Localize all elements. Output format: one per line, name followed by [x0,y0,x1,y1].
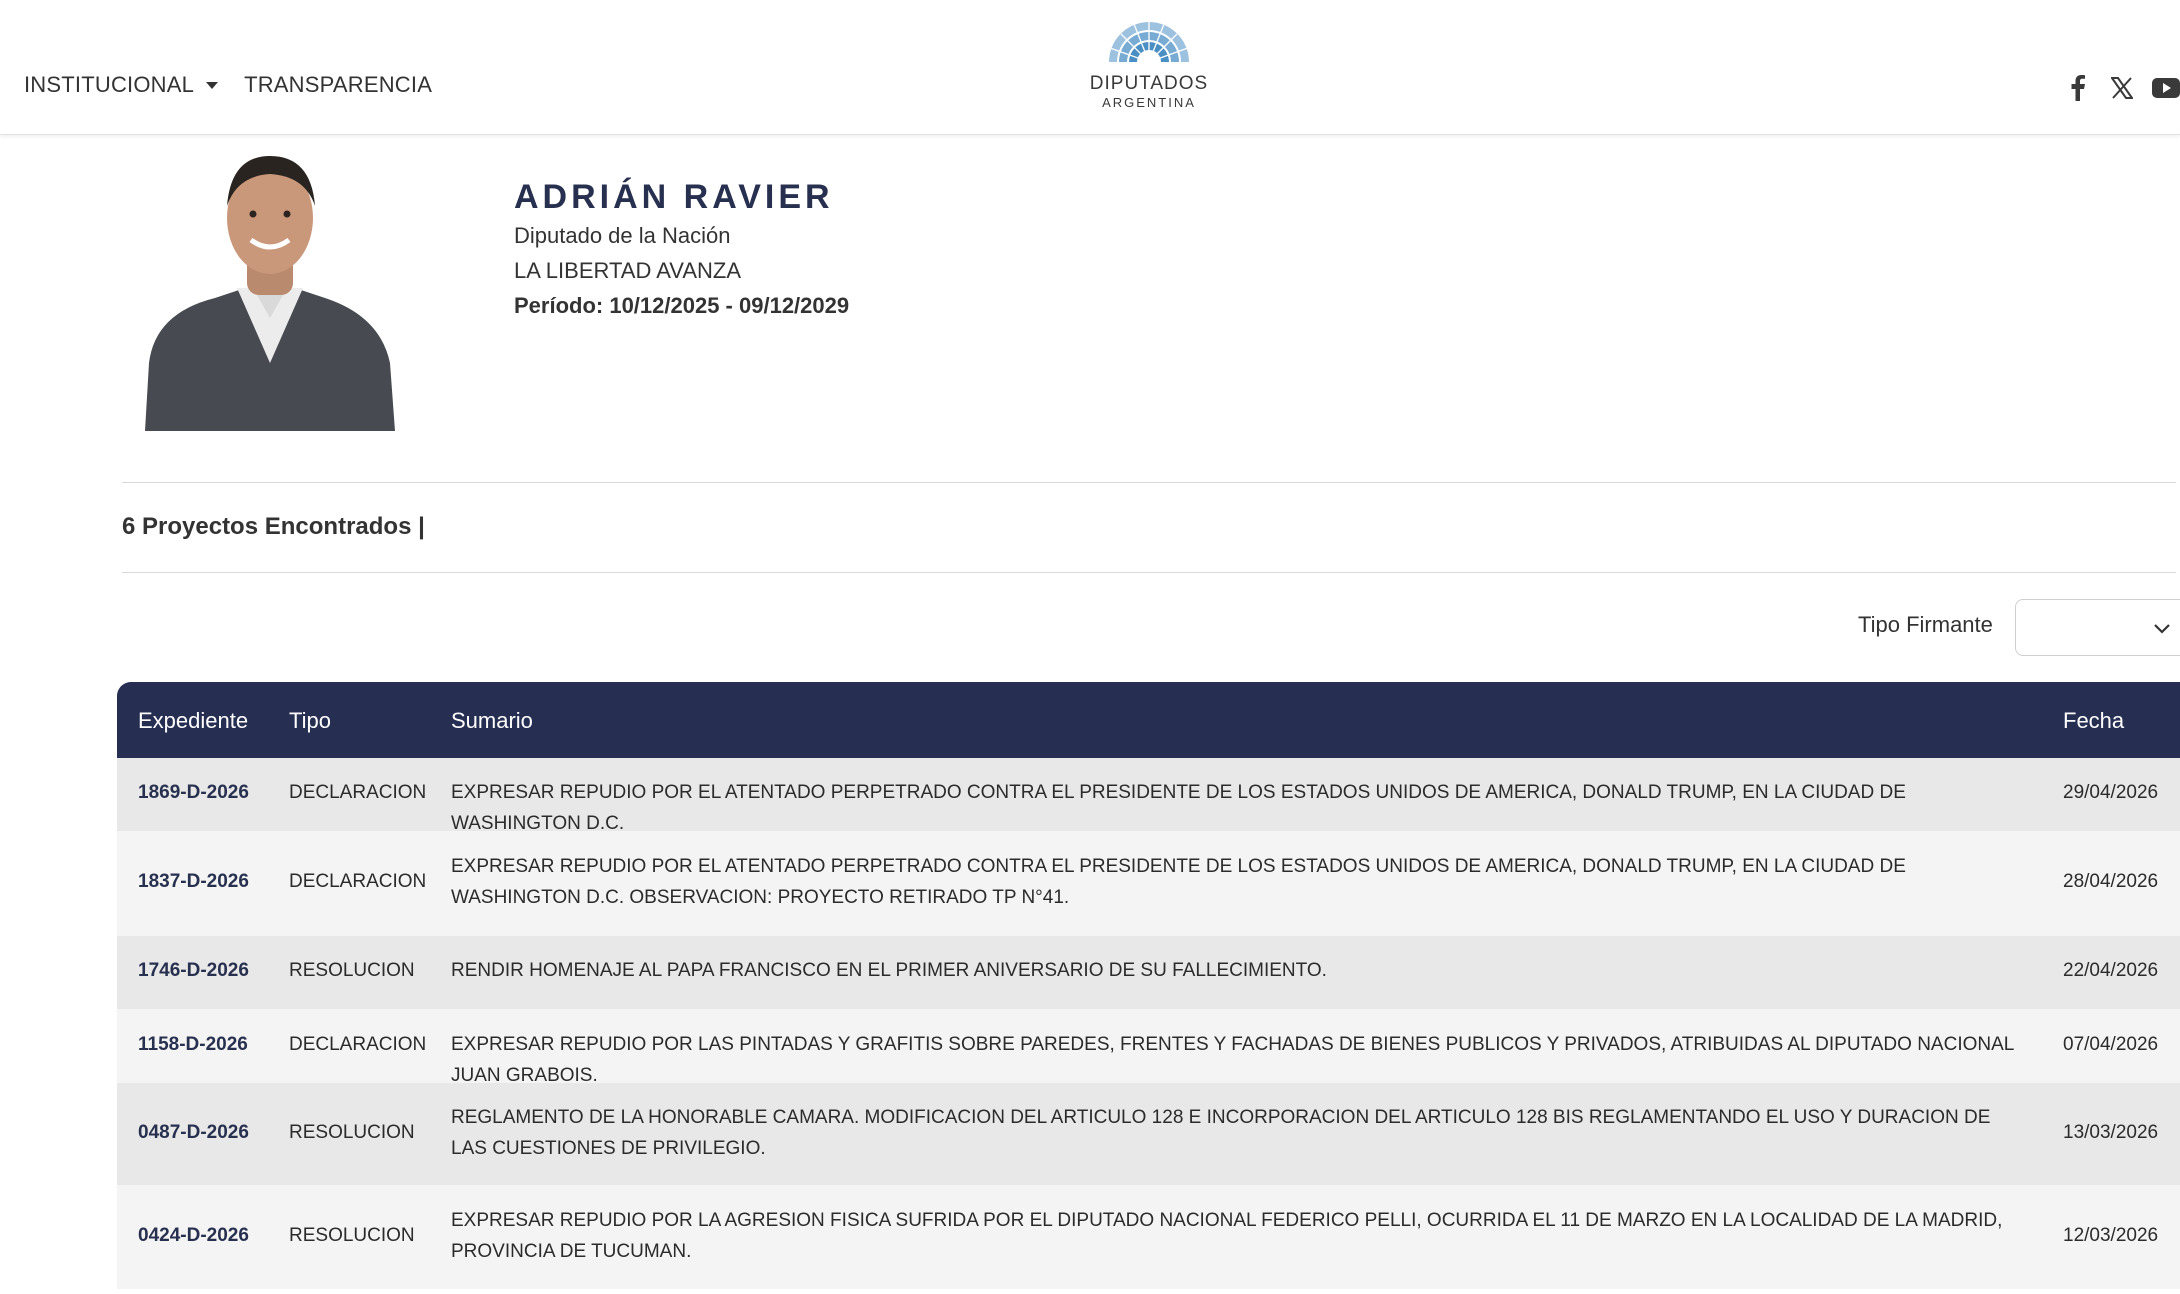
fecha-cell: 07/04/2026 [2063,1034,2159,1055]
sumario-cell: RENDIR HOMENAJE AL PAPA FRANCISCO EN EL … [451,960,1327,981]
table-row[interactable]: 0487-D-2026 RESOLUCION REGLAMENTO DE LA … [117,1083,2180,1185]
nav-item-label: INSTITUCIONAL [24,72,195,97]
sumario-cell: EXPRESAR REPUDIO POR EL ATENTADO PERPETR… [451,856,1906,908]
diputados-logo[interactable]: DIPUTADOS ARGENTINA [1089,16,1209,110]
table-row[interactable]: 1158-D-2026 DECLARACION EXPRESAR REPUDIO… [117,1009,2180,1086]
expediente-link[interactable]: 1158-D-2026 [138,1034,248,1056]
tipo-firmante-label: Tipo Firmante [1858,612,1993,637]
column-header-sumario: Sumario [451,708,533,733]
deputy-photo [145,148,395,431]
expediente-link[interactable]: 1746-D-2026 [138,960,249,982]
social-links [2048,74,2180,102]
column-header-tipo: Tipo [289,708,331,733]
chevron-down-icon [2154,624,2170,634]
expediente-link[interactable]: 1837-D-2026 [138,871,249,893]
sumario-cell: EXPRESAR REPUDIO POR LAS PINTADAS Y GRAF… [451,1034,2014,1086]
tipo-cell: RESOLUCION [289,960,415,981]
table-row[interactable]: 1869-D-2026 DECLARACION EXPRESAR REPUDIO… [117,758,2180,834]
tipo-cell: DECLARACION [289,782,427,803]
sumario-cell: REGLAMENTO DE LA HONORABLE CAMARA. MODIF… [451,1107,1991,1159]
fecha-cell: 29/04/2026 [2063,782,2159,803]
deputy-period: Período: 10/12/2025 - 09/12/2029 [514,293,850,318]
fecha-cell: 22/04/2026 [2063,960,2159,981]
logo-title: DIPUTADOS [1089,73,1209,94]
table-header: Expediente Tipo Sumario Fecha [117,682,2180,758]
results-count: 6 Proyectos Encontrados | [122,513,425,540]
nav-item-label: TRANSPARENCIA [244,72,433,97]
fecha-cell: 12/03/2026 [2063,1225,2159,1246]
expediente-link[interactable]: 0424-D-2026 [138,1225,249,1247]
chevron-down-icon [206,81,219,89]
column-header-fecha: Fecha [2063,708,2125,733]
tipo-cell: RESOLUCION [289,1122,415,1143]
tipo-cell: DECLARACION [289,871,427,892]
expediente-link[interactable]: 0487-D-2026 [138,1122,249,1144]
table-row[interactable]: 0424-D-2026 RESOLUCION EXPRESAR REPUDIO … [117,1185,2180,1289]
hemicycle-logo-icon [1109,20,1189,63]
column-header-expediente: Expediente [138,708,249,733]
expediente-link[interactable]: 1869-D-2026 [138,782,249,804]
facebook-icon[interactable] [2064,74,2092,102]
profile-info: ADRIÁN RAVIER Diputado de la Nación LA L… [514,178,849,319]
projects-table: Expediente Tipo Sumario Fecha 1869-D-202… [117,682,2180,1289]
table-row[interactable]: 1746-D-2026 RESOLUCION RENDIR HOMENAJE A… [117,936,2180,1009]
nav-item-institucional[interactable]: INSTITUCIONAL [24,72,219,98]
sumario-cell: EXPRESAR REPUDIO POR LA AGRESION FISICA … [451,1210,2003,1262]
deputy-role: Diputado de la Nación [514,223,731,248]
x-icon[interactable] [2108,74,2136,102]
youtube-icon[interactable] [2152,74,2180,102]
nav-item-transparencia[interactable]: TRANSPARENCIA [244,72,432,98]
deputy-name: ADRIÁN RAVIER [514,178,834,216]
fecha-cell: 28/04/2026 [2063,871,2159,892]
deputy-party: LA LIBERTAD AVANZA [514,258,742,283]
divider [122,572,2176,573]
top-navbar: INSTITUCIONAL TRANSPARENCIA DIPUTADOS AR… [0,0,2180,135]
table-row[interactable]: 1837-D-2026 DECLARACION EXPRESAR REPUDIO… [117,831,2180,936]
tipo-cell: DECLARACION [289,1034,427,1055]
fecha-cell: 13/03/2026 [2063,1122,2159,1143]
sumario-cell: EXPRESAR REPUDIO POR EL ATENTADO PERPETR… [451,782,1906,834]
logo-subtitle: ARGENTINA [1102,95,1196,110]
divider [122,482,2176,483]
main-nav: INSTITUCIONAL TRANSPARENCIA [24,72,458,98]
tipo-cell: RESOLUCION [289,1225,415,1246]
